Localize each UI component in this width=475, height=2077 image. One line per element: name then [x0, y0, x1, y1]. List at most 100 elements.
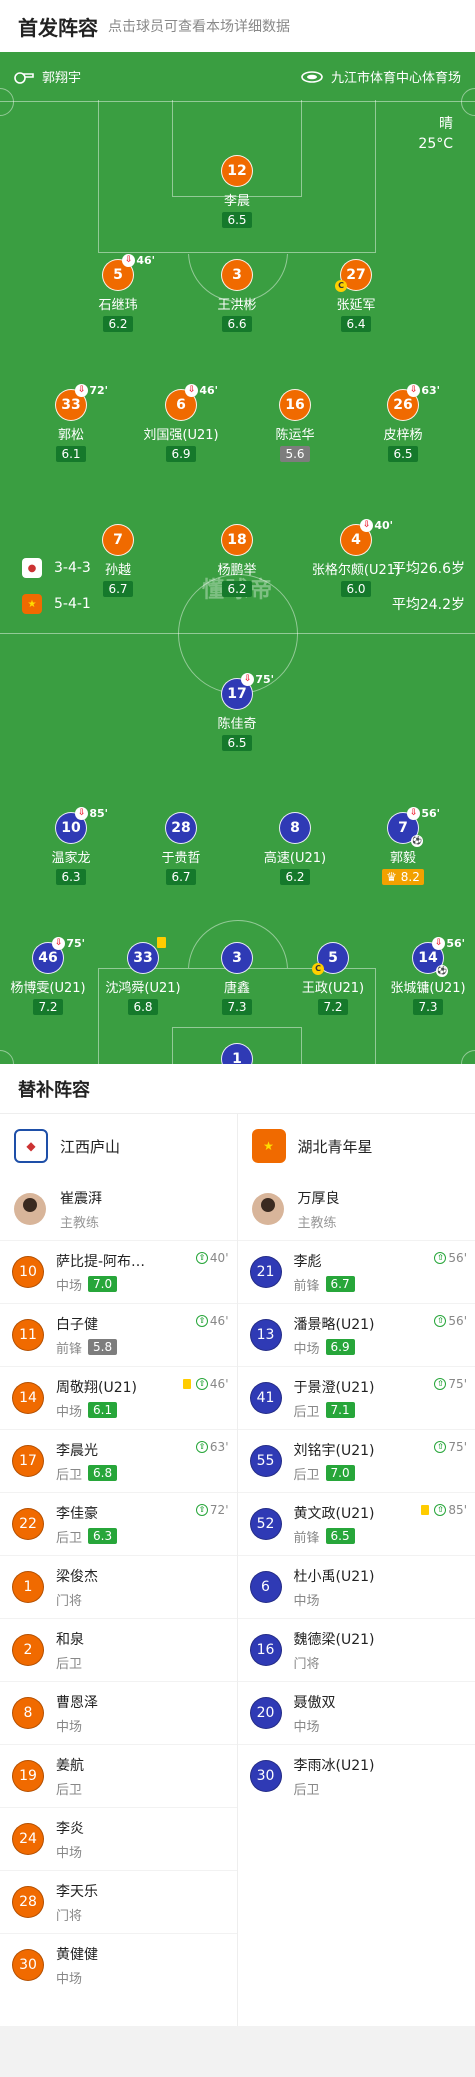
sub-in-minute: 56'	[448, 1251, 467, 1265]
coach-avatar	[252, 1193, 284, 1225]
sub-in-arrow-icon: ⇧	[434, 1441, 446, 1453]
sub-player-position: 后卫	[294, 1779, 320, 1798]
sub-player-number: 55	[250, 1445, 282, 1477]
sub-player-row[interactable]: 6杜小禹(U21)中场	[238, 1555, 475, 1618]
player-marker[interactable]: 27C张延军6.4	[301, 259, 411, 332]
sub-player-name: 魏德梁(U21)	[294, 1629, 375, 1649]
sub-player-row[interactable]: 22李佳豪后卫6.3⇧72'	[0, 1492, 237, 1555]
sub-player-name: 曹恩泽	[56, 1692, 98, 1712]
sub-player-row[interactable]: 1梁俊杰门将	[0, 1555, 237, 1618]
sub-player-row[interactable]: 19姜航后卫	[0, 1744, 237, 1807]
sub-player-row[interactable]: 16 魏德梁(U21) 门将	[238, 1618, 475, 1681]
sub-player-row[interactable]: 28李天乐门将	[0, 1870, 237, 1933]
player-number: 5C	[317, 942, 349, 974]
sub-player-position: 中场	[294, 1716, 320, 1735]
sub-player-row[interactable]: 10萨比提-阿布…中场7.0⇧40'	[0, 1240, 237, 1303]
substitution-off-icon: ⇩56'	[407, 807, 440, 820]
substitution-in: ⇧75'	[434, 1440, 467, 1454]
sub-player-position: 中场	[56, 1968, 82, 1987]
player-marker[interactable]: 14⇩56'⚽张城镛(U21)7.3	[373, 942, 475, 1015]
player-marker[interactable]: 28于贵哲6.7	[126, 812, 236, 885]
sub-player-name: 杜小禹(U21)	[294, 1566, 375, 1586]
sub-player-row[interactable]: 30黄健健中场	[0, 1933, 237, 1996]
coach-name: 崔震湃	[60, 1188, 102, 1208]
player-marker[interactable]: 7⇩56'⚽郭毅♛ 8.2	[348, 812, 458, 885]
player-marker[interactable]: 1孟德瑞(U21)7.4	[182, 1043, 292, 1064]
sub-player-name: 姜航	[56, 1755, 84, 1775]
sub-player-row[interactable]: 24李炎中场	[0, 1807, 237, 1870]
sub-in-arrow-icon: ⇧	[196, 1252, 208, 1264]
sub-minute: 63'	[421, 384, 440, 397]
player-marker[interactable]: 33⇩72'郭松6.1	[16, 389, 126, 462]
sub-player-position: 前锋	[56, 1338, 82, 1357]
home-subs-column: ◆ 江西庐山 崔震湃 主教练 10萨比提-阿布…中场7.0⇧40'11白子健前锋…	[0, 1114, 238, 2026]
sub-player-name: 李佳豪	[56, 1503, 117, 1523]
sub-player-number: 16	[250, 1634, 282, 1666]
player-marker[interactable]: 10⇩85'温家龙6.3	[16, 812, 126, 885]
sub-player-row[interactable]: 13潘景略(U21)中场6.9⇧56'	[238, 1303, 475, 1366]
venue-name: 九江市体育中心体育场	[331, 67, 461, 86]
player-marker[interactable]: 4⇩40'张格尔颇(U21)6.0	[301, 524, 411, 597]
player-marker[interactable]: 18杨鹏举6.2	[182, 524, 292, 597]
player-name: 陈佳奇	[182, 713, 292, 732]
away-coach[interactable]: 万厚良 主教练	[238, 1178, 475, 1240]
sub-player-number: 41	[250, 1382, 282, 1414]
substitution-in: ⇧63'	[196, 1440, 229, 1454]
player-marker[interactable]: 12李晨6.5	[182, 155, 292, 228]
sub-in-minute: 75'	[448, 1440, 467, 1454]
away-team-header[interactable]: ★ 湖北青年星	[238, 1114, 475, 1178]
substitution-in: ⇧56'	[434, 1251, 467, 1265]
sub-player-rating: 6.1	[88, 1402, 117, 1418]
away-formation: ★ 5-4-1	[22, 594, 91, 614]
player-marker[interactable]: 16陈运华5.6	[240, 389, 350, 462]
sub-player-name: 白子健	[56, 1314, 117, 1334]
sub-player-name: 李天乐	[56, 1881, 98, 1901]
player-marker[interactable]: 5⇩46'石继玮6.2	[63, 259, 173, 332]
sub-player-position: 门将	[294, 1653, 320, 1672]
sub-player-row[interactable]: 30李雨冰(U21)后卫	[238, 1744, 475, 1807]
player-rating: 6.4	[341, 316, 371, 332]
home-coach[interactable]: 崔震湃 主教练	[0, 1178, 237, 1240]
sub-player-row[interactable]: 52黄文政(U21)前锋6.5⇧85'	[238, 1492, 475, 1555]
player-marker[interactable]: 6⇩46'刘国强(U21)6.9	[126, 389, 236, 462]
player-number: 18	[221, 524, 253, 556]
sub-player-position: 后卫	[56, 1464, 82, 1483]
sub-player-row[interactable]: 17李晨光后卫6.8⇧63'	[0, 1429, 237, 1492]
sub-minute: 56'	[446, 937, 465, 950]
sub-player-row[interactable]: 41于景澄(U21)后卫7.1⇧75'	[238, 1366, 475, 1429]
player-rating: 6.0	[341, 581, 371, 597]
venue: 九江市体育中心体育场	[301, 67, 461, 86]
substitution-in: ⇧85'	[421, 1503, 467, 1517]
sub-player-row[interactable]: 8曹恩泽中场	[0, 1681, 237, 1744]
substitution-off-icon: ⇩56'	[432, 937, 465, 950]
sub-player-row[interactable]: 20聂傲双中场	[238, 1681, 475, 1744]
player-marker[interactable]: 26⇩63'皮梓杨6.5	[348, 389, 458, 462]
home-team-header[interactable]: ◆ 江西庐山	[0, 1114, 237, 1178]
substitution-off-icon: ⇩85'	[75, 807, 108, 820]
substitution-off-icon: ⇩75'	[52, 937, 85, 950]
sub-player-row[interactable]: 11白子健前锋5.8⇧46'	[0, 1303, 237, 1366]
player-marker[interactable]: 3王洪彬6.6	[182, 259, 292, 332]
sub-player-row[interactable]: 2和泉后卫	[0, 1618, 237, 1681]
yellow-card-icon	[421, 1505, 429, 1515]
coach-role: 主教练	[298, 1212, 340, 1231]
player-number: 3	[221, 259, 253, 291]
sub-player-row[interactable]: 21李彪前锋6.7⇧56'	[238, 1240, 475, 1303]
sub-in-minute: 63'	[210, 1440, 229, 1454]
player-marker[interactable]: 17⇩75'陈佳奇6.5	[182, 678, 292, 751]
player-marker[interactable]: 8高速(U21)6.2	[240, 812, 350, 885]
sub-player-row[interactable]: 55刘铭宇(U21)后卫7.0⇧75'	[238, 1429, 475, 1492]
substitution-in: ⇧72'	[196, 1503, 229, 1517]
player-marker[interactable]: 7孙越6.7	[63, 524, 173, 597]
sub-player-row[interactable]: 14周敬翔(U21)中场6.1⇧46'	[0, 1366, 237, 1429]
corner-arc-bl	[0, 1050, 14, 1064]
home-team-crest-icon: ◆	[14, 1129, 48, 1163]
player-marker[interactable]: 5C王政(U21)7.2	[278, 942, 388, 1015]
sub-minute: 85'	[89, 807, 108, 820]
sub-player-number: 10	[12, 1256, 44, 1288]
captain-badge: C	[312, 963, 324, 975]
sub-player-name: 黄文政(U21)	[294, 1503, 375, 1523]
player-rating: 7.2	[318, 999, 348, 1015]
substitution-in: ⇧75'	[434, 1377, 467, 1391]
player-marker[interactable]: 3唐鑫7.3	[182, 942, 292, 1015]
